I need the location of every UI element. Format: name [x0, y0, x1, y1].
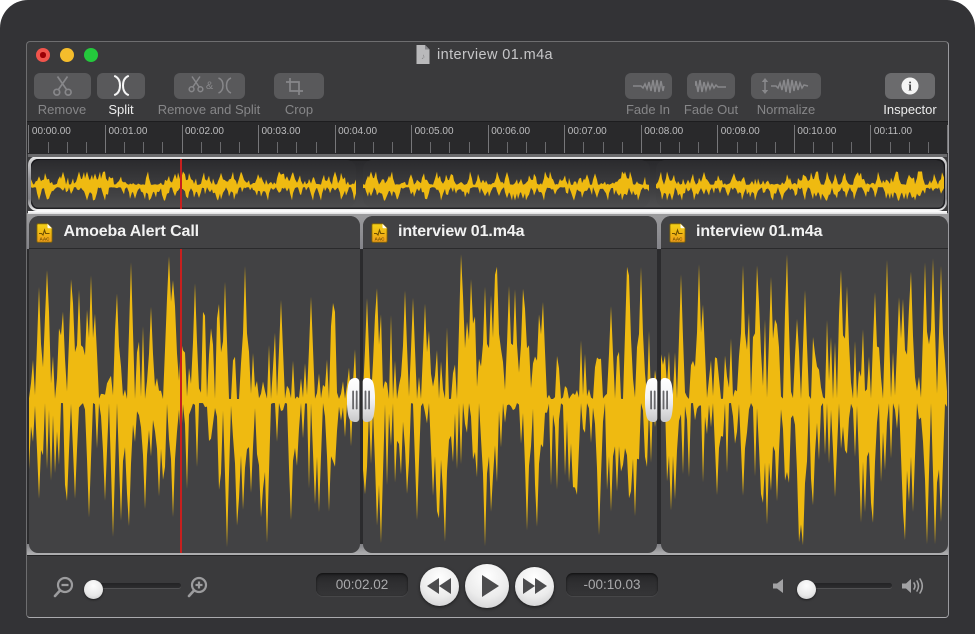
svg-text:i: i [908, 79, 912, 94]
svg-text:AAC: AAC [672, 237, 683, 242]
svg-text:AAC: AAC [374, 237, 385, 242]
svg-text:&: & [206, 80, 214, 92]
svg-text:AAC: AAC [40, 237, 51, 242]
svg-text:♪: ♪ [421, 52, 425, 61]
